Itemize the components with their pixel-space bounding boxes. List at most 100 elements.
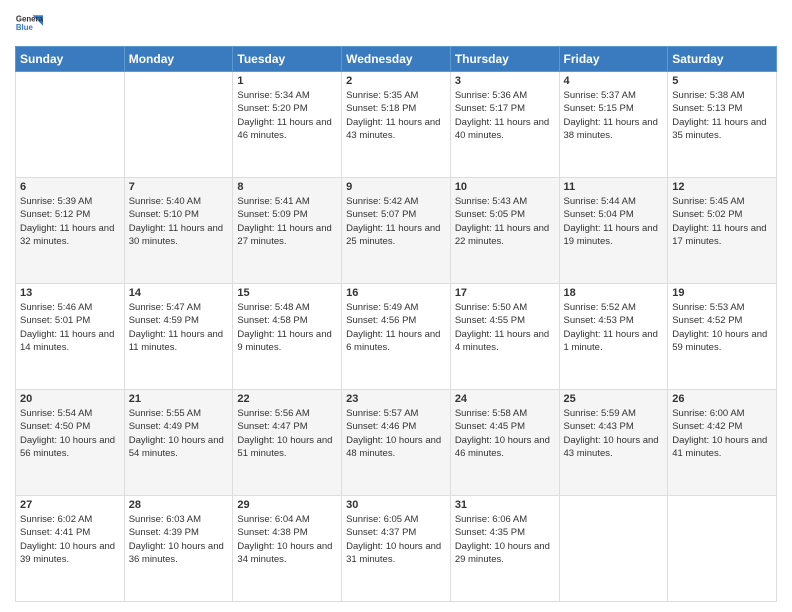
day-number: 6 (20, 181, 120, 193)
weekday-header-thursday: Thursday (450, 47, 559, 72)
sunset-label: Sunset: 5:05 PM (455, 209, 525, 220)
sunrise-label: Sunrise: 5:48 AM (237, 302, 309, 313)
daylight-label: Daylight: 11 hours and 17 minutes. (672, 223, 766, 247)
day-info: Sunrise: 5:36 AM Sunset: 5:17 PM Dayligh… (455, 89, 555, 142)
calendar-cell (16, 72, 125, 178)
calendar-week-3: 13 Sunrise: 5:46 AM Sunset: 5:01 PM Dayl… (16, 284, 777, 390)
calendar-cell: 6 Sunrise: 5:39 AM Sunset: 5:12 PM Dayli… (16, 178, 125, 284)
sunset-label: Sunset: 5:17 PM (455, 103, 525, 114)
sunset-label: Sunset: 4:43 PM (564, 421, 634, 432)
sunset-label: Sunset: 4:38 PM (237, 527, 307, 538)
calendar-cell: 28 Sunrise: 6:03 AM Sunset: 4:39 PM Dayl… (124, 496, 233, 602)
day-info: Sunrise: 5:38 AM Sunset: 5:13 PM Dayligh… (672, 89, 772, 142)
weekday-header-monday: Monday (124, 47, 233, 72)
calendar-cell: 10 Sunrise: 5:43 AM Sunset: 5:05 PM Dayl… (450, 178, 559, 284)
daylight-label: Daylight: 11 hours and 9 minutes. (237, 329, 331, 353)
day-info: Sunrise: 5:50 AM Sunset: 4:55 PM Dayligh… (455, 301, 555, 354)
sunset-label: Sunset: 5:02 PM (672, 209, 742, 220)
sunrise-label: Sunrise: 5:34 AM (237, 90, 309, 101)
daylight-label: Daylight: 11 hours and 35 minutes. (672, 117, 766, 141)
day-info: Sunrise: 5:43 AM Sunset: 5:05 PM Dayligh… (455, 195, 555, 248)
daylight-label: Daylight: 11 hours and 4 minutes. (455, 329, 549, 353)
sunset-label: Sunset: 5:07 PM (346, 209, 416, 220)
daylight-label: Daylight: 11 hours and 30 minutes. (129, 223, 223, 247)
day-number: 30 (346, 499, 446, 511)
day-info: Sunrise: 5:49 AM Sunset: 4:56 PM Dayligh… (346, 301, 446, 354)
sunset-label: Sunset: 5:15 PM (564, 103, 634, 114)
sunrise-label: Sunrise: 5:49 AM (346, 302, 418, 313)
sunset-label: Sunset: 4:37 PM (346, 527, 416, 538)
calendar-week-2: 6 Sunrise: 5:39 AM Sunset: 5:12 PM Dayli… (16, 178, 777, 284)
sunrise-label: Sunrise: 5:39 AM (20, 196, 92, 207)
daylight-label: Daylight: 11 hours and 43 minutes. (346, 117, 440, 141)
sunrise-label: Sunrise: 5:43 AM (455, 196, 527, 207)
daylight-label: Daylight: 11 hours and 22 minutes. (455, 223, 549, 247)
daylight-label: Daylight: 11 hours and 38 minutes. (564, 117, 658, 141)
calendar-week-1: 1 Sunrise: 5:34 AM Sunset: 5:20 PM Dayli… (16, 72, 777, 178)
day-info: Sunrise: 5:54 AM Sunset: 4:50 PM Dayligh… (20, 407, 120, 460)
day-info: Sunrise: 6:03 AM Sunset: 4:39 PM Dayligh… (129, 513, 229, 566)
day-number: 4 (564, 75, 664, 87)
day-number: 1 (237, 75, 337, 87)
day-info: Sunrise: 5:56 AM Sunset: 4:47 PM Dayligh… (237, 407, 337, 460)
sunset-label: Sunset: 5:09 PM (237, 209, 307, 220)
day-number: 31 (455, 499, 555, 511)
day-number: 5 (672, 75, 772, 87)
day-info: Sunrise: 6:05 AM Sunset: 4:37 PM Dayligh… (346, 513, 446, 566)
sunset-label: Sunset: 4:47 PM (237, 421, 307, 432)
day-number: 12 (672, 181, 772, 193)
calendar-body: 1 Sunrise: 5:34 AM Sunset: 5:20 PM Dayli… (16, 72, 777, 602)
sunrise-label: Sunrise: 5:53 AM (672, 302, 744, 313)
weekday-header-friday: Friday (559, 47, 668, 72)
day-number: 23 (346, 393, 446, 405)
sunset-label: Sunset: 4:45 PM (455, 421, 525, 432)
day-number: 27 (20, 499, 120, 511)
calendar-cell: 30 Sunrise: 6:05 AM Sunset: 4:37 PM Dayl… (342, 496, 451, 602)
calendar-cell: 2 Sunrise: 5:35 AM Sunset: 5:18 PM Dayli… (342, 72, 451, 178)
calendar-cell: 21 Sunrise: 5:55 AM Sunset: 4:49 PM Dayl… (124, 390, 233, 496)
day-info: Sunrise: 5:53 AM Sunset: 4:52 PM Dayligh… (672, 301, 772, 354)
daylight-label: Daylight: 10 hours and 41 minutes. (672, 435, 767, 459)
day-number: 29 (237, 499, 337, 511)
sunrise-label: Sunrise: 5:57 AM (346, 408, 418, 419)
daylight-label: Daylight: 11 hours and 40 minutes. (455, 117, 549, 141)
day-info: Sunrise: 5:42 AM Sunset: 5:07 PM Dayligh… (346, 195, 446, 248)
calendar-cell: 3 Sunrise: 5:36 AM Sunset: 5:17 PM Dayli… (450, 72, 559, 178)
weekday-header-sunday: Sunday (16, 47, 125, 72)
sunrise-label: Sunrise: 5:54 AM (20, 408, 92, 419)
logo: General Blue (15, 10, 43, 38)
day-info: Sunrise: 6:06 AM Sunset: 4:35 PM Dayligh… (455, 513, 555, 566)
calendar-cell: 13 Sunrise: 5:46 AM Sunset: 5:01 PM Dayl… (16, 284, 125, 390)
sunrise-label: Sunrise: 6:02 AM (20, 514, 92, 525)
daylight-label: Daylight: 10 hours and 54 minutes. (129, 435, 224, 459)
day-number: 21 (129, 393, 229, 405)
sunset-label: Sunset: 4:41 PM (20, 527, 90, 538)
daylight-label: Daylight: 10 hours and 36 minutes. (129, 541, 224, 565)
sunset-label: Sunset: 5:20 PM (237, 103, 307, 114)
daylight-label: Daylight: 10 hours and 31 minutes. (346, 541, 441, 565)
day-number: 13 (20, 287, 120, 299)
sunrise-label: Sunrise: 5:58 AM (455, 408, 527, 419)
calendar-cell: 22 Sunrise: 5:56 AM Sunset: 4:47 PM Dayl… (233, 390, 342, 496)
daylight-label: Daylight: 10 hours and 43 minutes. (564, 435, 659, 459)
day-number: 11 (564, 181, 664, 193)
calendar-cell: 26 Sunrise: 6:00 AM Sunset: 4:42 PM Dayl… (668, 390, 777, 496)
calendar-cell: 5 Sunrise: 5:38 AM Sunset: 5:13 PM Dayli… (668, 72, 777, 178)
day-number: 18 (564, 287, 664, 299)
daylight-label: Daylight: 11 hours and 46 minutes. (237, 117, 331, 141)
calendar-cell: 4 Sunrise: 5:37 AM Sunset: 5:15 PM Dayli… (559, 72, 668, 178)
day-number: 14 (129, 287, 229, 299)
weekday-header-saturday: Saturday (668, 47, 777, 72)
calendar-cell: 17 Sunrise: 5:50 AM Sunset: 4:55 PM Dayl… (450, 284, 559, 390)
sunset-label: Sunset: 5:04 PM (564, 209, 634, 220)
sunrise-label: Sunrise: 5:46 AM (20, 302, 92, 313)
day-number: 19 (672, 287, 772, 299)
calendar-cell: 23 Sunrise: 5:57 AM Sunset: 4:46 PM Dayl… (342, 390, 451, 496)
calendar-cell: 16 Sunrise: 5:49 AM Sunset: 4:56 PM Dayl… (342, 284, 451, 390)
sunset-label: Sunset: 5:13 PM (672, 103, 742, 114)
sunrise-label: Sunrise: 6:00 AM (672, 408, 744, 419)
sunset-label: Sunset: 4:53 PM (564, 315, 634, 326)
day-info: Sunrise: 6:02 AM Sunset: 4:41 PM Dayligh… (20, 513, 120, 566)
day-info: Sunrise: 5:46 AM Sunset: 5:01 PM Dayligh… (20, 301, 120, 354)
page: General Blue SundayMondayTuesdayWednesda… (0, 0, 792, 612)
